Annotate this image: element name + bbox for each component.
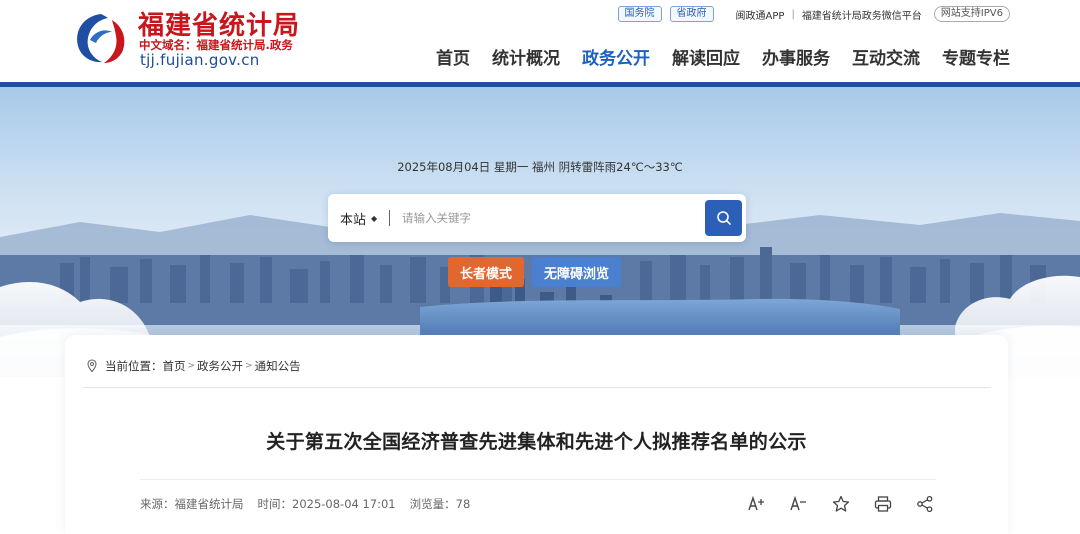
nav-home[interactable]: 首页 bbox=[436, 44, 470, 69]
wechat-link[interactable]: 福建省统计局政务微信平台 bbox=[802, 7, 922, 22]
breadcrumb-gov-affairs[interactable]: 政务公开 bbox=[197, 358, 243, 374]
breadcrumb-notices[interactable]: 通知公告 bbox=[255, 358, 301, 374]
divider bbox=[389, 210, 390, 226]
updown-arrow-icon: ◆ bbox=[371, 213, 378, 223]
chevron-right-icon: > bbox=[187, 361, 196, 371]
app-link[interactable]: 闽政通APP bbox=[736, 7, 785, 22]
chevron-right-icon: > bbox=[245, 361, 253, 371]
province-gov-link[interactable]: 省政府 bbox=[669, 6, 714, 22]
nav-services[interactable]: 办事服务 bbox=[762, 44, 830, 69]
main-nav: 首页 统计概况 政务公开 解读回应 办事服务 互动交流 专题专栏 bbox=[436, 44, 1010, 69]
breadcrumb: 当前位置： 首页 > 政务公开 > 通知公告 bbox=[85, 358, 301, 374]
mode-buttons: 长者模式 无障碍浏览 bbox=[448, 257, 622, 287]
search-button[interactable] bbox=[705, 200, 742, 236]
top-links: 国务院 省政府 闽政通APP | 福建省统计局政务微信平台 网站支持IPV6 bbox=[617, 6, 1010, 22]
article-views: 浏览量：78 bbox=[409, 497, 471, 511]
search-icon bbox=[716, 211, 731, 225]
search-box: 本站 ◆ bbox=[328, 194, 746, 242]
state-council-link[interactable]: 国务院 bbox=[617, 6, 662, 22]
search-input[interactable] bbox=[402, 204, 692, 232]
star-icon[interactable] bbox=[830, 494, 852, 514]
elder-mode-button[interactable]: 长者模式 bbox=[448, 257, 525, 287]
article-time: 时间：2025-08-04 17:01 bbox=[257, 497, 396, 511]
divider bbox=[83, 387, 991, 388]
nav-overview[interactable]: 统计概况 bbox=[492, 44, 560, 69]
article-tools bbox=[746, 494, 936, 514]
divider bbox=[140, 479, 936, 480]
accessible-browse-button[interactable]: 无障碍浏览 bbox=[532, 257, 622, 287]
date-weather-text: 2025年08月04日 星期一 福州 阴转雷阵雨24℃～33℃ bbox=[397, 160, 683, 174]
print-icon[interactable] bbox=[872, 494, 894, 514]
nav-gov-affairs[interactable]: 政务公开 bbox=[582, 44, 650, 69]
site-domain: tjj.fujian.gov.cn bbox=[140, 51, 260, 69]
font-increase-icon[interactable] bbox=[746, 494, 768, 514]
site-logo-icon[interactable] bbox=[72, 10, 130, 66]
article-source: 来源：福建省统计局 bbox=[140, 497, 244, 511]
breadcrumb-prefix: 当前位置： bbox=[105, 359, 163, 373]
nav-interpretation[interactable]: 解读回应 bbox=[672, 44, 740, 69]
article-meta: 来源：福建省统计局 时间：2025-08-04 17:01 浏览量：78 bbox=[140, 496, 470, 512]
breadcrumb-home[interactable]: 首页 bbox=[163, 358, 186, 374]
share-icon[interactable] bbox=[914, 494, 936, 514]
search-scope-select[interactable]: 本站 ◆ bbox=[340, 209, 377, 228]
hero-banner: 2025年08月04日 星期一 福州 阴转雷阵雨24℃～33℃ 本站 ◆ 长者模… bbox=[0, 87, 1080, 377]
location-pin-icon bbox=[87, 359, 97, 373]
nav-interaction[interactable]: 互动交流 bbox=[852, 44, 920, 69]
article-title: 关于第五次全国经济普查先进集体和先进个人拟推荐名单的公示 bbox=[266, 431, 807, 453]
ipv6-badge: 网站支持IPV6 bbox=[933, 6, 1010, 22]
article-card: 当前位置： 首页 > 政务公开 > 通知公告 关于第五次全国经济普查先进集体和先… bbox=[65, 335, 1008, 534]
nav-topics[interactable]: 专题专栏 bbox=[942, 44, 1010, 69]
site-header: 福建省统计局 中文域名：福建省统计局.政务 tjj.fujian.gov.cn … bbox=[0, 0, 1080, 84]
font-decrease-icon[interactable] bbox=[788, 494, 810, 514]
search-scope-label: 本站 bbox=[340, 213, 367, 228]
divider: | bbox=[791, 8, 795, 20]
